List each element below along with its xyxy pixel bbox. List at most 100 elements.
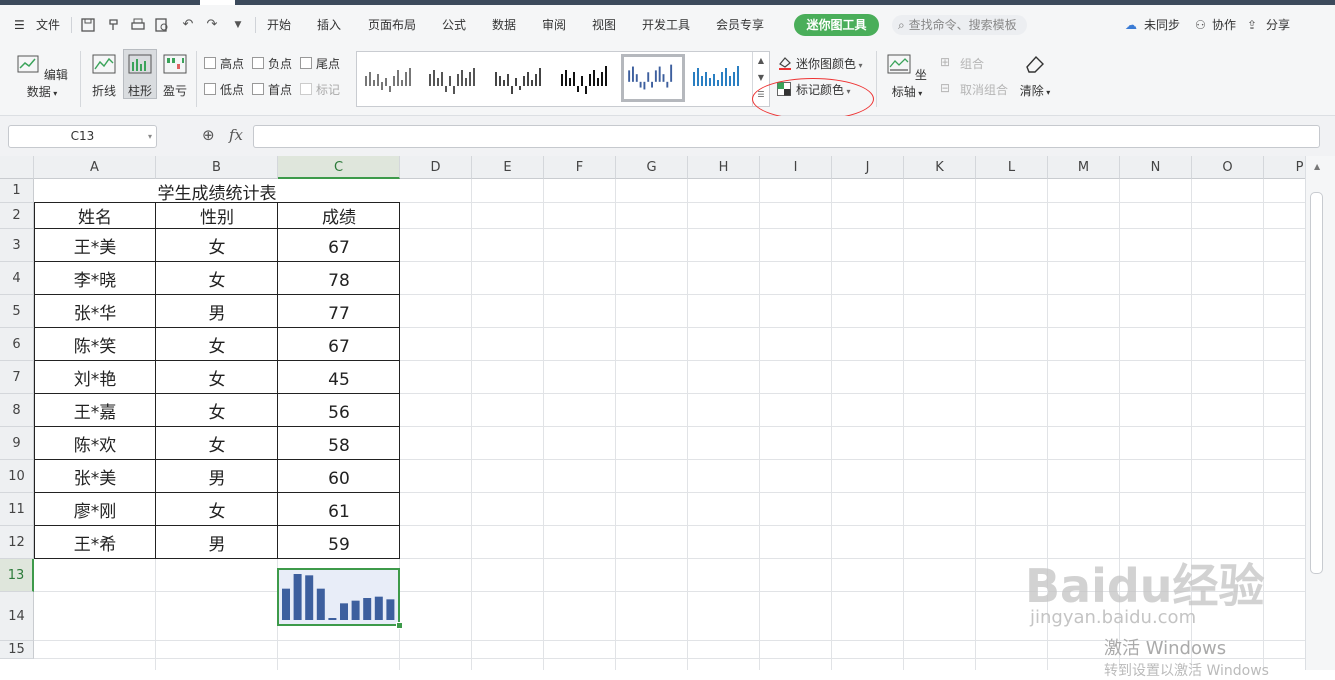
table-cell[interactable]: 王*嘉 [34,394,156,427]
first-point-checkbox[interactable] [252,83,264,95]
column-sparkline-button[interactable]: 柱形 [123,49,157,99]
table-cell[interactable]: 67 [278,328,400,361]
last-point-checkbox[interactable] [300,57,312,69]
table-cell[interactable]: 女 [156,361,278,394]
gallery-down-icon[interactable]: ▼ [753,69,769,86]
select-all-corner[interactable] [0,156,34,179]
table-cell[interactable]: 男 [156,460,278,493]
table-cell[interactable]: 李*晓 [34,262,156,295]
tab-view[interactable]: 视图 [592,15,616,35]
column-header-c[interactable]: C [278,156,400,179]
column-header-a[interactable]: A [34,156,156,179]
edit-data-button[interactable]: 编辑数据 ▾ [12,53,72,100]
table-cell[interactable]: 61 [278,493,400,526]
table-cell[interactable]: 59 [278,526,400,559]
row-header-4[interactable]: 4 [0,262,34,295]
table-cell[interactable]: 刘*艳 [34,361,156,394]
row-header-1[interactable]: 1 [0,179,34,203]
fill-handle[interactable] [396,622,403,629]
row-header-6[interactable]: 6 [0,328,34,361]
row-header-2[interactable]: 2 [0,203,34,229]
print-preview-icon[interactable] [154,17,170,33]
column-header-g[interactable]: G [616,156,688,179]
table-cell[interactable]: 56 [278,394,400,427]
table-cell[interactable]: 45 [278,361,400,394]
column-header-l[interactable]: L [976,156,1048,179]
table-cell[interactable]: 张*华 [34,295,156,328]
table-cell[interactable]: 女 [156,427,278,460]
formula-input[interactable] [253,125,1320,148]
markers-checkbox[interactable] [300,83,312,95]
file-menu[interactable]: 文件 [36,15,60,35]
tab-data[interactable]: 数据 [492,15,516,35]
column-header-b[interactable]: B [156,156,278,179]
column-header-n[interactable]: N [1120,156,1192,179]
table-cell[interactable]: 廖*刚 [34,493,156,526]
row-header-3[interactable]: 3 [0,229,34,262]
tab-formulas[interactable]: 公式 [442,15,466,35]
table-cell[interactable]: 77 [278,295,400,328]
column-header-i[interactable]: I [760,156,832,179]
sync-status[interactable]: 未同步 [1144,15,1180,35]
table-header-cell[interactable]: 姓名 [34,203,156,229]
save-icon[interactable] [80,17,96,33]
name-box[interactable]: C13 ▾ [8,125,157,148]
line-sparkline-button[interactable]: 折线 [89,53,119,99]
sparkline-color-button[interactable]: 迷你图颜色 ▾ [796,55,863,72]
column-header-j[interactable]: J [832,156,904,179]
quick-access-dropdown-icon[interactable]: ▼ [230,17,246,33]
style-swatch-1[interactable] [361,56,421,100]
row-header-11[interactable]: 11 [0,493,34,526]
tab-page-layout[interactable]: 页面布局 [368,15,416,35]
fx-icon[interactable]: fx [229,126,243,144]
column-header-o[interactable]: O [1192,156,1264,179]
table-cell[interactable]: 男 [156,295,278,328]
table-cell[interactable]: 女 [156,394,278,427]
tab-developer[interactable]: 开发工具 [642,15,690,35]
style-swatch-2[interactable] [425,56,485,100]
print-icon[interactable] [130,17,146,33]
tab-insert[interactable]: 插入 [317,15,341,35]
row-header-12[interactable]: 12 [0,526,34,559]
collab-button[interactable]: 协作 [1212,15,1236,35]
table-cell[interactable]: 张*美 [34,460,156,493]
table-cell[interactable]: 陈*欢 [34,427,156,460]
column-header-m[interactable]: M [1048,156,1120,179]
style-swatch-3[interactable] [491,56,551,100]
tab-member[interactable]: 会员专享 [716,15,764,35]
tab-home[interactable]: 开始 [267,15,291,35]
ungroup-button[interactable]: 取消组合 [960,81,1008,98]
axis-button[interactable]: 坐标轴 ▾ [884,53,930,100]
clear-button[interactable]: 清除 ▾ [1016,53,1054,99]
hamburger-icon[interactable]: ☰ [14,15,25,35]
zoom-formula-icon[interactable]: ⊕ [202,126,215,144]
table-cell[interactable]: 女 [156,493,278,526]
row-header-5[interactable]: 5 [0,295,34,328]
table-cell[interactable]: 女 [156,262,278,295]
search-box[interactable]: ⌕ 查找命令、搜索模板 [892,15,1027,35]
share-button[interactable]: 分享 [1266,15,1290,35]
tab-sparkline-tools[interactable]: 迷你图工具 [794,14,879,36]
table-cell[interactable]: 78 [278,262,400,295]
column-header-p[interactable]: P [1264,156,1305,179]
table-cell[interactable]: 女 [156,229,278,262]
scrollbar-thumb[interactable] [1310,192,1323,574]
redo-icon[interactable]: ↷ [204,17,220,33]
style-swatch-6[interactable] [689,56,749,100]
column-header-h[interactable]: H [688,156,760,179]
sparkline-cell-c13[interactable] [277,568,400,626]
gallery-up-icon[interactable]: ▲ [753,52,769,69]
row-header-15[interactable]: 15 [0,641,34,659]
table-cell[interactable]: 58 [278,427,400,460]
table-cell[interactable]: 陈*笑 [34,328,156,361]
table-cell[interactable]: 王*希 [34,526,156,559]
table-cell[interactable]: 男 [156,526,278,559]
column-header-d[interactable]: D [400,156,472,179]
table-header-cell[interactable]: 成绩 [278,203,400,229]
format-painter-icon[interactable] [106,17,122,33]
low-point-checkbox[interactable] [204,83,216,95]
row-header-13[interactable]: 13 [0,559,34,592]
column-header-k[interactable]: K [904,156,976,179]
column-header-f[interactable]: F [544,156,616,179]
undo-icon[interactable]: ↶ [180,17,196,33]
